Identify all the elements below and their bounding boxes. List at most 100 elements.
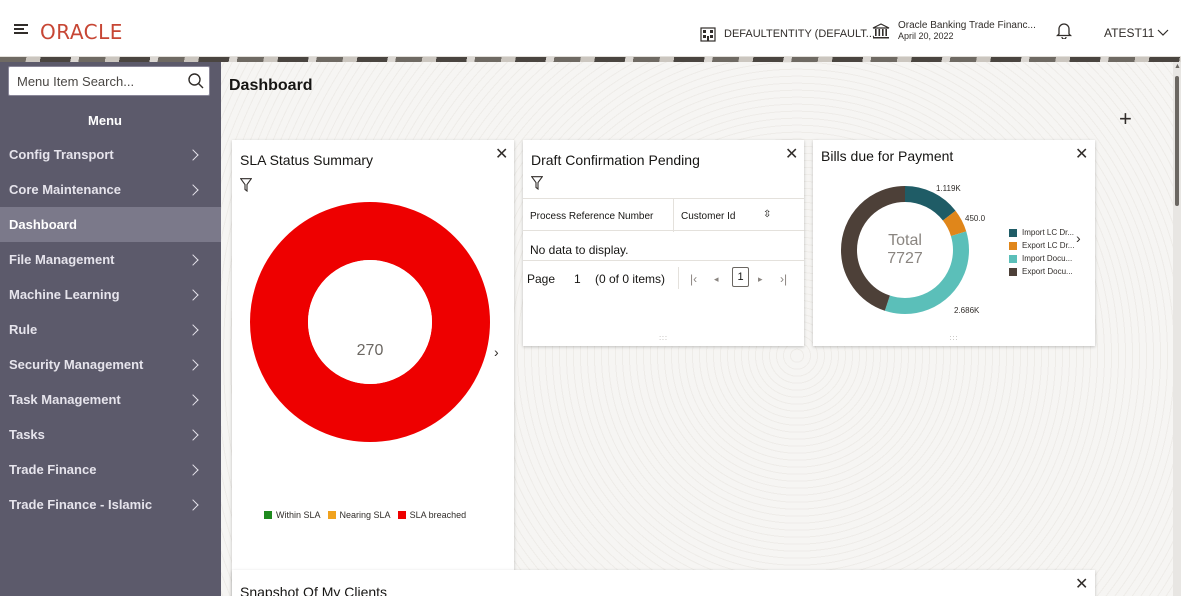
bills-value-label: 1.119K xyxy=(936,184,961,193)
legend-label: Within SLA xyxy=(276,510,321,520)
sidebar-item-rule[interactable]: Rule xyxy=(0,312,221,347)
menu-search-input[interactable] xyxy=(9,67,179,95)
chevron-right-icon xyxy=(187,323,199,336)
add-widget-button[interactable]: + xyxy=(1119,108,1132,130)
close-icon[interactable]: ✕ xyxy=(1075,147,1088,163)
first-page-icon[interactable]: |‹ xyxy=(690,272,697,286)
sidebar-item-trade-finance[interactable]: Trade Finance xyxy=(0,452,221,487)
legend-swatch xyxy=(1009,228,1017,237)
chevron-right-icon xyxy=(187,148,199,161)
legend-label: Nearing SLA xyxy=(339,510,391,520)
pager-divider xyxy=(678,267,679,289)
chevron-right-icon xyxy=(187,498,199,511)
close-icon[interactable]: ✕ xyxy=(1075,577,1088,593)
user-name: ATEST11 xyxy=(1104,26,1155,40)
chevron-right-icon xyxy=(187,183,199,196)
notification-bell-icon[interactable] xyxy=(1055,22,1073,44)
sidebar: Menu Config Transport Core Maintenance D… xyxy=(0,62,221,596)
sidebar-item-config-transport[interactable]: Config Transport xyxy=(0,137,221,172)
close-icon[interactable]: ✕ xyxy=(495,147,508,163)
legend-label: SLA breached xyxy=(409,510,467,520)
legend-item[interactable]: Import Docu... xyxy=(1009,252,1074,265)
close-icon[interactable]: ✕ xyxy=(785,147,798,163)
legend-item[interactable]: Within SLA xyxy=(264,510,321,520)
bills-total-label: Total xyxy=(888,232,922,249)
chevron-right-icon xyxy=(187,463,199,476)
sidebar-item-trade-finance-islamic[interactable]: Trade Finance - Islamic xyxy=(0,487,221,522)
legend-item[interactable]: Export Docu... xyxy=(1009,265,1074,278)
legend-swatch xyxy=(1009,267,1017,276)
legend-item[interactable]: SLA breached xyxy=(397,510,467,520)
last-page-icon[interactable]: ›| xyxy=(780,272,787,286)
menu-search xyxy=(8,66,210,96)
legend-swatch xyxy=(264,511,272,519)
legend-next-icon[interactable]: › xyxy=(1076,230,1081,246)
legend-item[interactable]: Import LC Dr... xyxy=(1009,226,1074,239)
legend-swatch xyxy=(397,511,406,519)
scroll-up-icon[interactable]: ▲ xyxy=(1174,63,1181,70)
legend-label: Export LC Dr... xyxy=(1022,241,1075,250)
chevron-right-icon xyxy=(187,358,199,371)
pagination: Page 1 (0 of 0 items) |‹ ◂ 1 ▸ ›| xyxy=(523,260,804,294)
column-header-customer-id[interactable]: Customer Id xyxy=(681,211,735,222)
table-header: Process Reference Number Customer Id ⇳ xyxy=(523,198,804,232)
sidebar-item-label: File Management xyxy=(9,252,115,267)
resize-grip[interactable]: ::: xyxy=(950,335,959,342)
legend-label: Import Docu... xyxy=(1022,254,1073,263)
chevron-right-icon xyxy=(187,393,199,406)
sidebar-item-task-management[interactable]: Task Management xyxy=(0,382,221,417)
hamburger-menu-icon[interactable] xyxy=(14,24,28,34)
filter-icon[interactable] xyxy=(531,176,543,190)
sidebar-item-label: Trade Finance xyxy=(9,462,97,477)
column-header-process-reference[interactable]: Process Reference Number xyxy=(530,211,653,222)
filter-icon[interactable] xyxy=(240,178,252,192)
sidebar-item-machine-learning[interactable]: Machine Learning xyxy=(0,277,221,312)
bank-date: April 20, 2022 xyxy=(898,31,954,41)
sidebar-item-label: Config Transport xyxy=(9,147,114,162)
resize-grip[interactable]: ::: xyxy=(659,335,668,342)
sidebar-item-dashboard[interactable]: Dashboard xyxy=(0,207,221,242)
legend-item[interactable]: Nearing SLA xyxy=(327,510,391,520)
page-label: Page xyxy=(527,272,556,286)
oracle-logo: ORACLE xyxy=(40,20,123,44)
sla-donut-chart xyxy=(250,202,490,442)
card-title: Bills due for Payment xyxy=(821,148,954,164)
sidebar-item-tasks[interactable]: Tasks xyxy=(0,417,221,452)
card-title: Draft Confirmation Pending xyxy=(531,152,700,168)
chevron-right-icon[interactable]: › xyxy=(494,344,499,360)
sidebar-item-core-maintenance[interactable]: Core Maintenance xyxy=(0,172,221,207)
legend-swatch xyxy=(1009,254,1017,263)
legend-swatch xyxy=(327,511,336,519)
next-page-icon[interactable]: ▸ xyxy=(758,274,763,285)
current-page-button[interactable]: 1 xyxy=(732,267,749,287)
bills-total-value: 7727 xyxy=(887,250,923,267)
previous-page-icon[interactable]: ◂ xyxy=(714,274,719,285)
vertical-scrollbar[interactable]: ▲ xyxy=(1173,62,1181,596)
legend-item[interactable]: Export LC Dr... xyxy=(1009,239,1074,252)
page-title: Dashboard xyxy=(229,77,313,94)
sidebar-item-label: Tasks xyxy=(9,427,45,442)
bills-value-label: 2.686K xyxy=(954,306,980,315)
chevron-right-icon xyxy=(187,428,199,441)
entity-selector[interactable]: DEFAULTENTITY (DEFAULT... xyxy=(700,26,875,42)
bank-icon xyxy=(872,22,890,38)
legend-swatch xyxy=(1009,241,1017,250)
bills-value-label: 450.0 xyxy=(965,214,986,223)
sidebar-item-label: Security Management xyxy=(9,357,144,372)
sidebar-item-file-management[interactable]: File Management xyxy=(0,242,221,277)
bank-selector[interactable]: Oracle Banking Trade Financ... April 20,… xyxy=(872,20,1036,41)
scrollbar-thumb[interactable] xyxy=(1175,76,1179,206)
sidebar-item-label: Machine Learning xyxy=(9,287,120,302)
sort-icon[interactable]: ⇳ xyxy=(763,209,771,220)
sidebar-item-label: Trade Finance - Islamic xyxy=(9,497,153,512)
draft-confirmation-card: Draft Confirmation Pending ✕ Process Ref… xyxy=(523,140,804,346)
sidebar-item-label: Task Management xyxy=(9,392,121,407)
card-title: SLA Status Summary xyxy=(240,152,374,168)
page-number: 1 xyxy=(574,272,581,286)
main-content: Dashboard + ▲ SLA Status Summary ✕ 270 ›… xyxy=(221,62,1181,596)
empty-table-message: No data to display. xyxy=(530,243,629,257)
sidebar-nav: Config Transport Core Maintenance Dashbo… xyxy=(0,137,221,522)
sidebar-item-security-management[interactable]: Security Management xyxy=(0,347,221,382)
user-menu[interactable]: ATEST11 xyxy=(1104,26,1169,40)
search-icon[interactable] xyxy=(187,72,205,90)
